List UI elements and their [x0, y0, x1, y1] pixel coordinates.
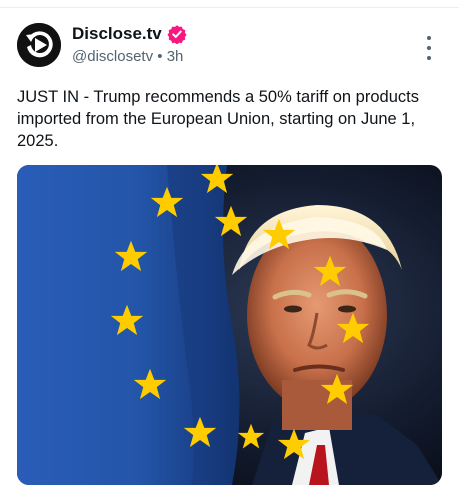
author-avatar[interactable]: [17, 23, 61, 67]
more-dot: [427, 36, 431, 40]
post-text: JUST IN - Trump recommends a 50% tariff …: [17, 88, 419, 150]
meta-separator: •: [157, 48, 163, 65]
top-divider: [0, 7, 459, 8]
post-image[interactable]: [17, 165, 442, 485]
author-name-row: Disclose.tv: [72, 24, 187, 44]
author-name[interactable]: Disclose.tv: [72, 24, 162, 44]
more-options-button[interactable]: [420, 36, 438, 60]
author-handle[interactable]: @disclosetv: [72, 48, 153, 65]
post-time[interactable]: 3h: [167, 48, 184, 65]
disclose-play-logo-icon: [17, 23, 61, 67]
more-dot: [427, 56, 431, 60]
handle-row: @disclosetv • 3h: [72, 48, 183, 65]
more-dot: [427, 46, 431, 50]
verified-badge-icon: [167, 25, 187, 44]
eu-flag-trump-illustration: [17, 165, 442, 485]
